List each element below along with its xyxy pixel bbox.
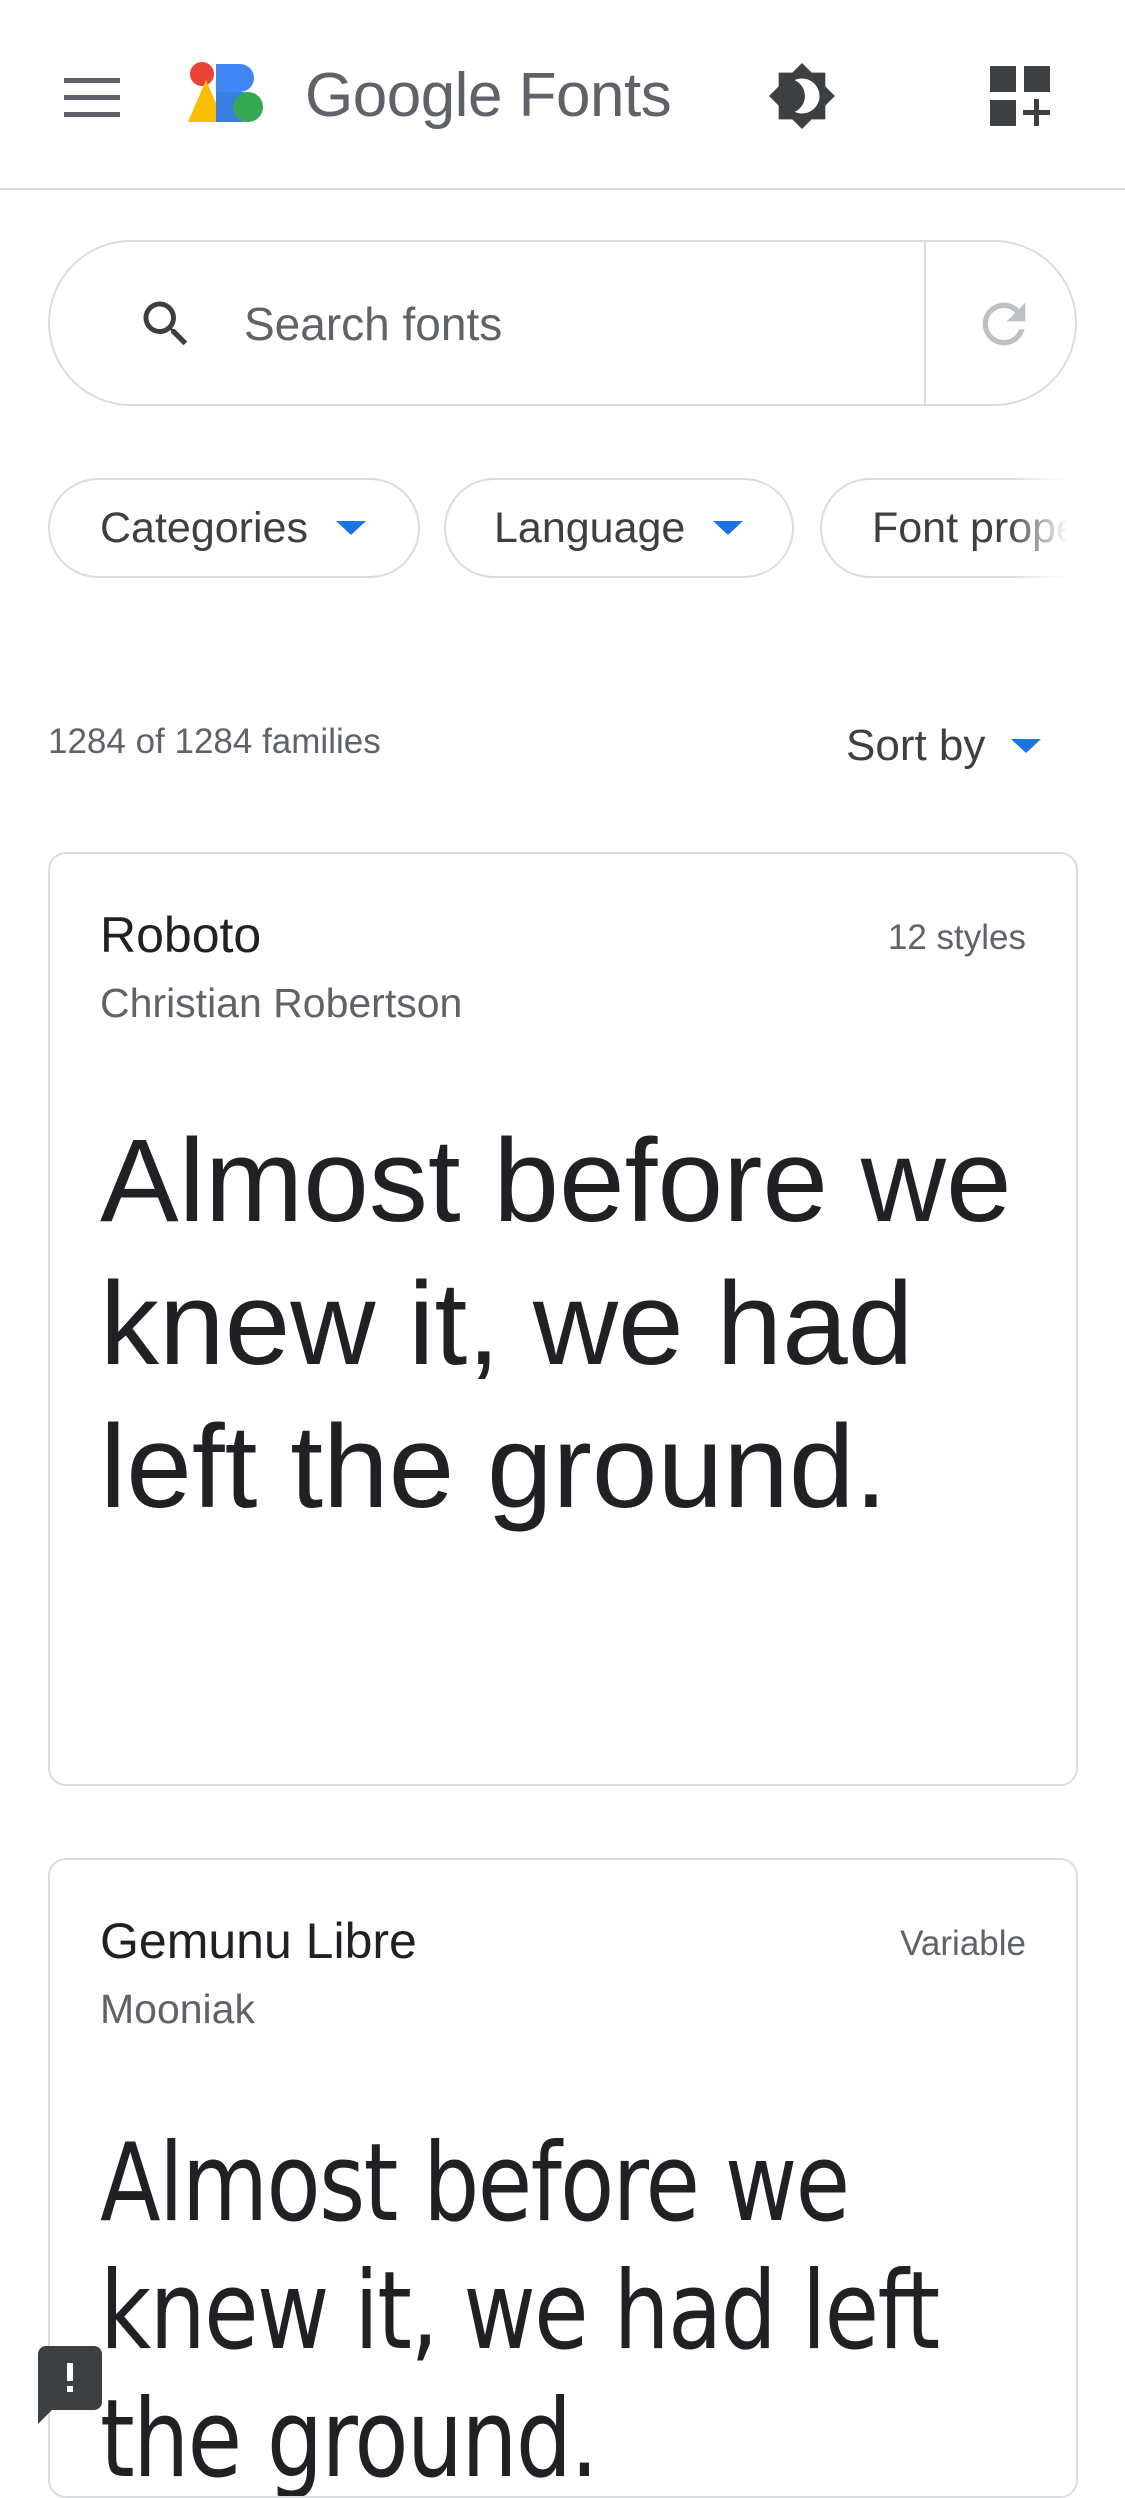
chip-label: Categories: [100, 503, 308, 552]
font-sample-text: Almost before we knew it, we had left th…: [100, 1115, 1012, 1533]
results-count: 1284 of 1284 families: [48, 722, 381, 761]
search-icon[interactable]: [126, 284, 206, 364]
add-collection-icon: [990, 66, 1050, 126]
font-family-name: Gemunu Libre: [100, 1913, 417, 1969]
theme-toggle-button[interactable]: [762, 56, 842, 136]
dropdown-arrow-icon: [335, 521, 366, 535]
font-properties-filter-chip[interactable]: Font prope: [820, 478, 1078, 578]
google-fonts-logo-icon[interactable]: [186, 60, 270, 126]
font-card-gemunu-libre[interactable]: Gemunu Libre Mooniak Variable Almost bef…: [48, 1858, 1078, 2498]
brand-title[interactable]: Google Fonts: [305, 56, 672, 136]
font-designer: Mooniak: [100, 1986, 255, 2032]
font-variable-badge: Variable: [900, 1924, 1026, 1963]
feedback-icon: [67, 2363, 73, 2392]
search-bar: [48, 240, 1077, 406]
font-styles-count: 12 styles: [887, 918, 1026, 957]
add-collection-button[interactable]: [978, 54, 1062, 138]
font-family-name: Roboto: [100, 907, 262, 963]
brightness-icon: [769, 63, 835, 129]
font-sample-text: Almost before we knew it, we had left th…: [100, 2121, 940, 2498]
refresh-icon: [982, 302, 1026, 346]
search-divider: [924, 242, 926, 404]
app-header: Google Fonts: [0, 0, 1125, 190]
chip-label: Language: [494, 503, 686, 552]
font-card-roboto[interactable]: Roboto Christian Robertson 12 styles Alm…: [48, 852, 1078, 1786]
sort-label: Sort by: [846, 721, 986, 770]
refresh-button[interactable]: [962, 282, 1046, 366]
feedback-button[interactable]: [38, 2346, 102, 2424]
menu-button[interactable]: [52, 58, 132, 138]
search-input[interactable]: [244, 280, 924, 368]
sort-dropdown[interactable]: Sort by: [846, 712, 1042, 780]
menu-icon: [64, 78, 120, 117]
categories-filter-chip[interactable]: Categories: [48, 478, 420, 578]
dropdown-arrow-icon: [1011, 739, 1042, 753]
filter-chips: Categories Language Font prope: [48, 478, 1078, 580]
chip-label: Font prope: [872, 503, 1078, 552]
language-filter-chip[interactable]: Language: [444, 478, 794, 578]
dropdown-arrow-icon: [713, 521, 744, 535]
font-designer: Christian Robertson: [100, 980, 463, 1026]
